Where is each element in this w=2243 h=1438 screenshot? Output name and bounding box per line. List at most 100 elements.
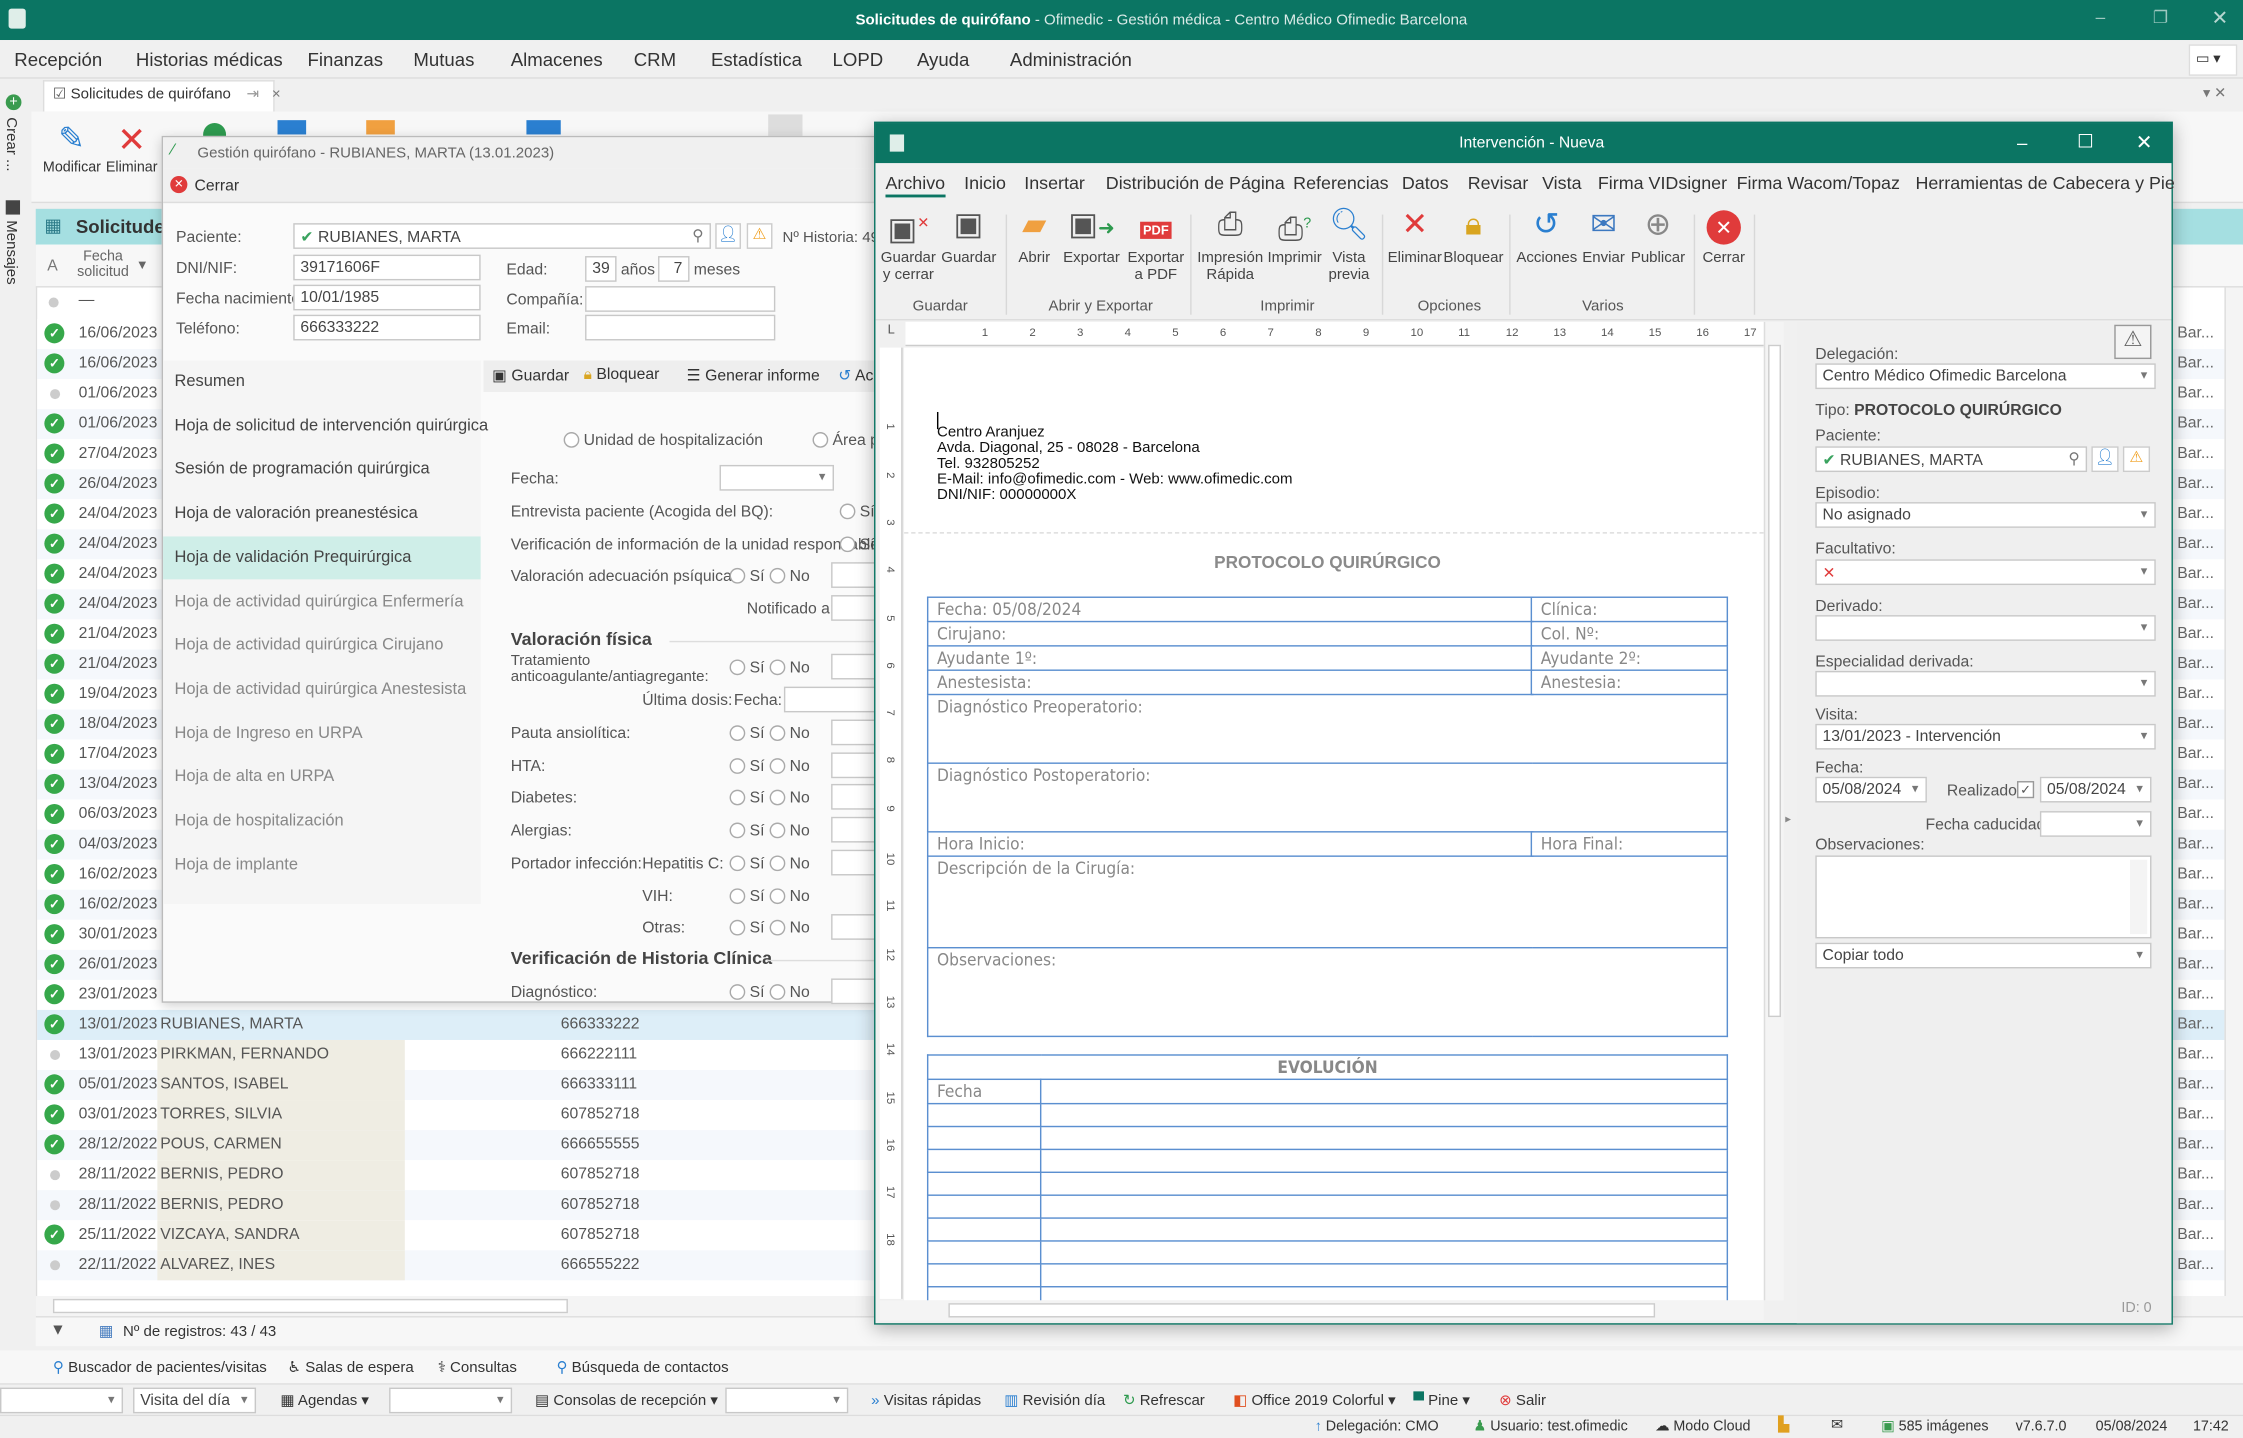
no-radio[interactable]: No (769, 757, 810, 775)
nav-item[interactable]: Hoja de validación Prequirúrgica (163, 536, 481, 580)
nav-item[interactable]: Hoja de actividad quirúrgica Enfermería (163, 580, 481, 623)
deleg-select[interactable]: Centro Médico Ofimedic Barcelona (1815, 363, 2156, 390)
tab-close-icon[interactable]: × (272, 86, 281, 103)
evolution-cell[interactable] (1039, 1286, 1729, 1301)
lock-button[interactable]: 🔒︎ Bloquear (1443, 206, 1503, 266)
patient-field[interactable]: ✔ RUBIANES, MARTA ⚲ (1815, 446, 2088, 473)
yes-radio[interactable]: Sí (729, 822, 764, 840)
publish-button[interactable]: ⊕ Publicar (1631, 206, 1685, 266)
pin-icon[interactable]: ⇥ (247, 86, 260, 103)
warning-button[interactable]: ⚠ (2122, 446, 2151, 473)
nav-item[interactable]: Hoja de alta en URPA (163, 756, 481, 799)
ribbon-tab[interactable]: Firma Wacom/Topaz (1737, 173, 1900, 193)
splitter-arrow[interactable]: ▸ (1785, 813, 1791, 826)
document-hscroll-thumb[interactable] (948, 1303, 1656, 1318)
no-radio[interactable]: No (769, 822, 810, 840)
visit-view-select[interactable]: Visita del día (133, 1387, 257, 1414)
cell-diag-post[interactable]: Diagnóstico Postoperatorio: (926, 762, 1729, 833)
sort-desc-icon[interactable]: ▼ (136, 257, 149, 271)
no-radio[interactable]: No (769, 887, 810, 905)
cell-observaciones[interactable]: Observaciones: (926, 946, 1729, 1038)
consoles-button[interactable]: ▤ Consolas de recepción ▾ (535, 1392, 718, 1409)
nav-item[interactable]: Sesión de programación quirúrgica (163, 448, 481, 491)
evolution-cell[interactable] (1039, 1102, 1729, 1128)
document-vscroll-thumb[interactable] (1768, 344, 1781, 1018)
menu-ayuda[interactable]: Ayuda (917, 49, 969, 70)
filter-date-value[interactable]: — (79, 292, 95, 309)
evolution-cell[interactable] (1039, 1148, 1729, 1174)
phone-field[interactable]: 666333222 (293, 314, 481, 341)
evolution-cell[interactable] (926, 1217, 1042, 1242)
no-radio[interactable]: No (769, 659, 810, 677)
close-button[interactable]: ✕ (2212, 6, 2229, 30)
expiry-picker[interactable] (2039, 811, 2152, 837)
link-patient-search[interactable]: ⚲ Buscador de pacientes/visitas (53, 1359, 267, 1376)
preview-button[interactable]: 🔍︎ Vista previa (1325, 206, 1374, 283)
age-months-field[interactable]: 7 (658, 256, 690, 282)
quick-visits-button[interactable]: » Visitas rápidas (871, 1392, 981, 1409)
email-field[interactable] (585, 314, 776, 341)
open-button[interactable]: ▰ Abrir (1009, 206, 1060, 266)
alert-button[interactable]: ⚠ (2114, 324, 2152, 360)
fecha-picker[interactable] (719, 464, 834, 491)
interview-yes[interactable]: Sí (839, 503, 875, 521)
col-date-header[interactable]: Fecha solicitud (74, 249, 131, 280)
menu-finanzas[interactable]: Finanzas (308, 49, 383, 70)
status-user[interactable]: ♟ Usuario: test.ofimedic (1473, 1419, 1627, 1435)
area-radio[interactable]: Área p (812, 432, 879, 449)
messages-button[interactable]: Mensajes (3, 220, 20, 284)
gestion-close-button[interactable]: ✕ Cerrar (163, 168, 876, 204)
menu-historias[interactable]: Historias médicas (136, 49, 283, 70)
send-button[interactable]: ✉ Enviar (1579, 206, 1628, 266)
last-dose-date[interactable] (783, 686, 885, 713)
search-icon[interactable]: ⚲ (2068, 449, 2080, 468)
document-page[interactable]: Centro Aranjuez Avda. Diagonal, 25 - 0802… (904, 347, 1764, 1301)
save-close-button[interactable]: ▣✕ Guardar y cerrar (878, 206, 938, 283)
visit-select[interactable]: 13/01/2023 - Intervención (1815, 723, 2156, 750)
copy-select[interactable]: Copiar todo (1815, 942, 2152, 969)
cell-col[interactable]: Col. Nº: (1530, 620, 1729, 647)
report-button[interactable]: ☰ Generar informe (687, 366, 820, 385)
done-date-picker[interactable]: 05/08/2024 (2039, 776, 2152, 803)
link-consultations[interactable]: ⚕ Consultas (438, 1359, 517, 1376)
patient-profile-button[interactable]: 👤︎ (715, 223, 741, 249)
yes-radio[interactable]: Sí (729, 887, 764, 905)
document-hscrollbar[interactable] (879, 1300, 1764, 1321)
notes-icon[interactable]: ▙ (1778, 1418, 1789, 1434)
minimize-button[interactable]: – (2096, 7, 2106, 27)
nav-item[interactable]: Hoja de hospitalización (163, 800, 481, 843)
yes-radio[interactable]: Sí (729, 790, 764, 807)
evolution-cell[interactable] (1039, 1078, 1729, 1105)
col-a-header[interactable]: A (47, 257, 58, 274)
ribbon-tab[interactable]: Revisar (1468, 173, 1529, 193)
agendas-button[interactable]: ▦ Agendas ▾ (280, 1392, 369, 1409)
patient-field[interactable]: ✔ RUBIANES, MARTA ⚲ (293, 223, 711, 249)
export-pdf-button[interactable]: PDF Exportar a PDF (1124, 206, 1187, 283)
nav-item[interactable]: Hoja de implante (163, 844, 481, 887)
menu-almacenes[interactable]: Almacenes (511, 49, 603, 70)
evolution-cell[interactable] (926, 1263, 1042, 1288)
mail-icon[interactable]: ✉ (1831, 1418, 1843, 1434)
age-years-field[interactable]: 39 (585, 256, 617, 282)
yes-radio[interactable]: Sí (729, 567, 764, 585)
filter-icon[interactable]: ▼ (50, 1322, 66, 1339)
evolution-cell[interactable] (1039, 1217, 1729, 1242)
save-button[interactable]: ▣ Guardar (941, 206, 996, 266)
no-radio[interactable]: No (769, 855, 810, 873)
done-checkbox[interactable]: ✓ (2017, 781, 2035, 799)
nav-item[interactable]: Hoja de solicitud de intervención quirúr… (163, 404, 489, 447)
ribbon-tab[interactable]: Archivo (885, 173, 946, 198)
nav-item[interactable]: Hoja de Ingreso en URPA (163, 712, 481, 755)
evolution-cell[interactable] (926, 1286, 1042, 1301)
cell-anestesista[interactable]: Anestesista: (926, 669, 1533, 696)
menu-lopd[interactable]: LOPD (833, 49, 884, 70)
cell-descripcion[interactable]: Descripción de la Cirugía: (926, 855, 1729, 949)
menu-estadistica[interactable]: Estadística (711, 49, 802, 70)
grid-vscrollbar[interactable] (2224, 287, 2243, 1297)
delete-button[interactable]: ✕ Eliminar (1388, 206, 1442, 266)
cell-hora-inicio[interactable]: Hora Inicio: (926, 831, 1533, 857)
no-radio[interactable]: No (769, 920, 810, 938)
modify-button[interactable]: ✎ Modificar (43, 120, 101, 176)
nav-item[interactable]: Hoja de actividad quirúrgica Anestesista (163, 668, 481, 711)
day-review-button[interactable]: ▥ Revisión día (1004, 1392, 1105, 1409)
